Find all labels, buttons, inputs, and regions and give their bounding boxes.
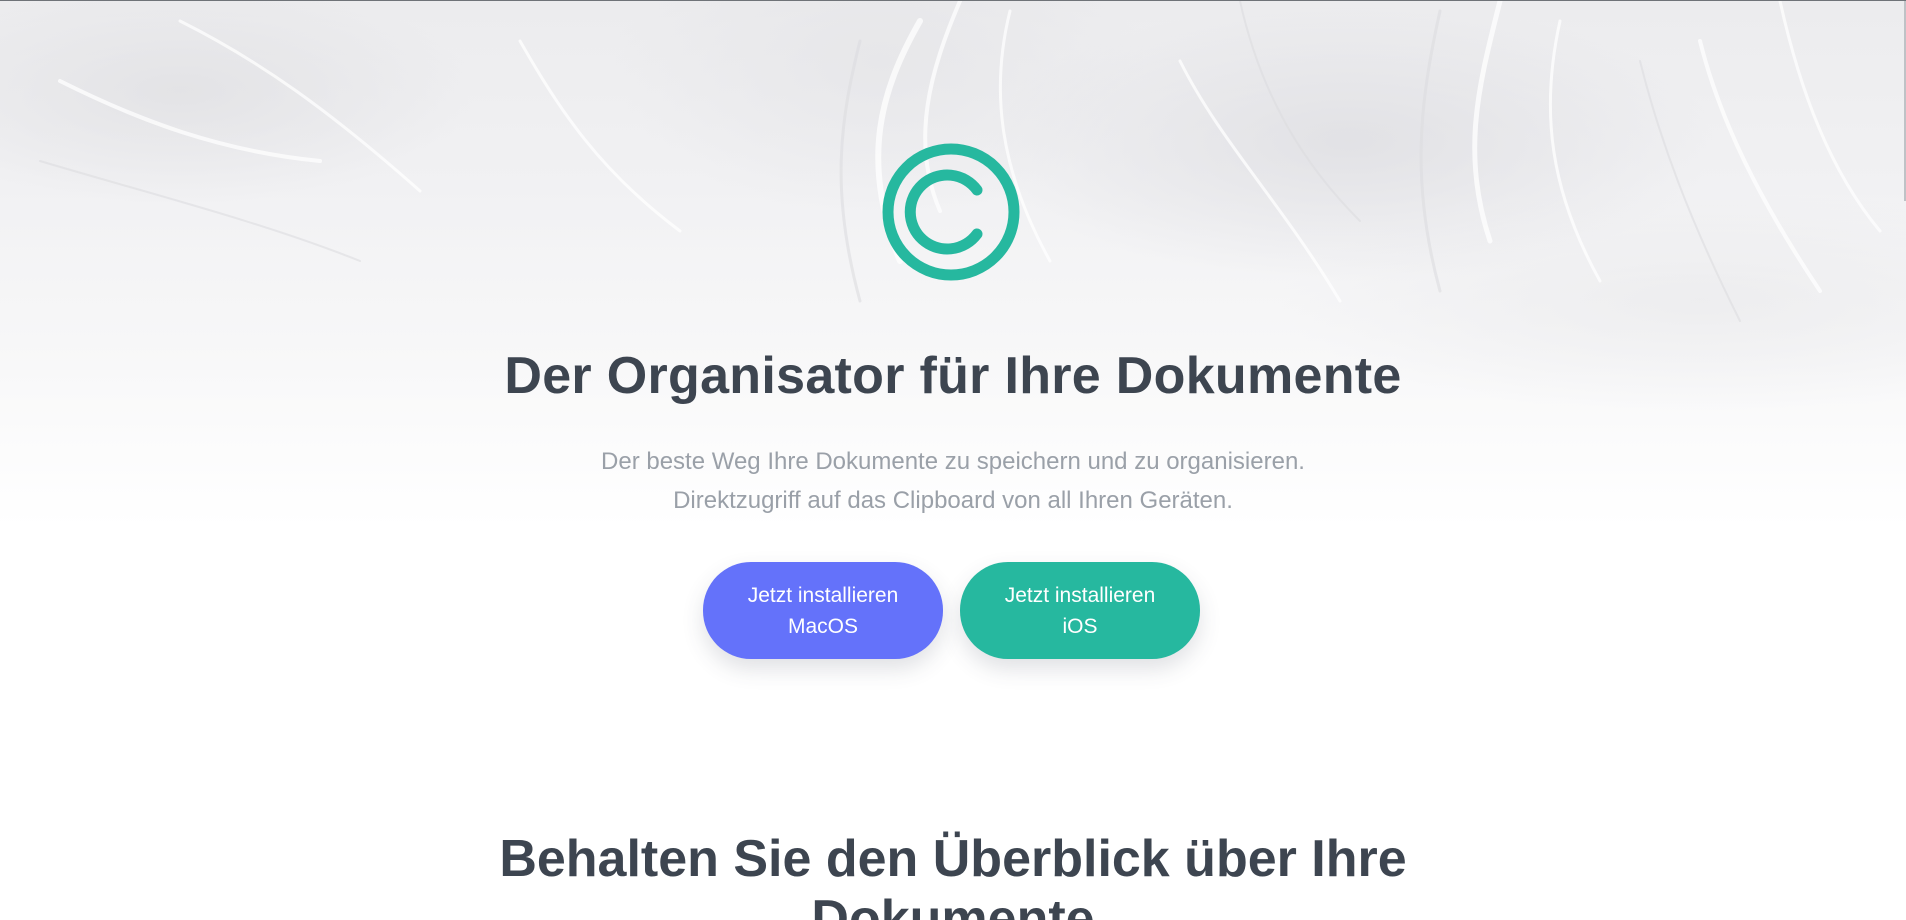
install-buttons: Jetzt installieren MacOS Jetzt installie… — [703, 562, 1200, 659]
install-macos-button[interactable]: Jetzt installieren MacOS — [703, 562, 943, 659]
subtitle-line-1: Der beste Weg Ihre Dokumente zu speicher… — [601, 448, 1305, 475]
subtitle-line-2: Direktzugriff auf das Clipboard von all … — [673, 487, 1233, 514]
page-title: Der Organisator für Ihre Dokumente — [504, 347, 1402, 405]
install-ios-button[interactable]: Jetzt installieren iOS — [960, 562, 1200, 659]
hero-background — [0, 1, 1906, 621]
copyright-icon — [882, 143, 1020, 281]
install-ios-label-line-1: Jetzt installieren — [1004, 583, 1156, 607]
marble-texture — [39, 1, 1882, 322]
install-macos-label-line-1: Jetzt installieren — [747, 583, 899, 607]
install-ios-label-line-2: iOS — [1062, 614, 1098, 638]
landing-page: Der Organisator für Ihre Dokumente Der b… — [0, 0, 1906, 920]
section-title-line-1: Behalten Sie den Überblick über Ihre — [499, 830, 1407, 888]
hero-subtitle: Der beste Weg Ihre Dokumente zu speicher… — [0, 442, 1906, 520]
section-title-line-2: Dokumente — [811, 890, 1095, 920]
section-title: Behalten Sie den Überblick über Ihre Dok… — [0, 829, 1906, 920]
install-macos-label-line-2: MacOS — [787, 614, 858, 638]
